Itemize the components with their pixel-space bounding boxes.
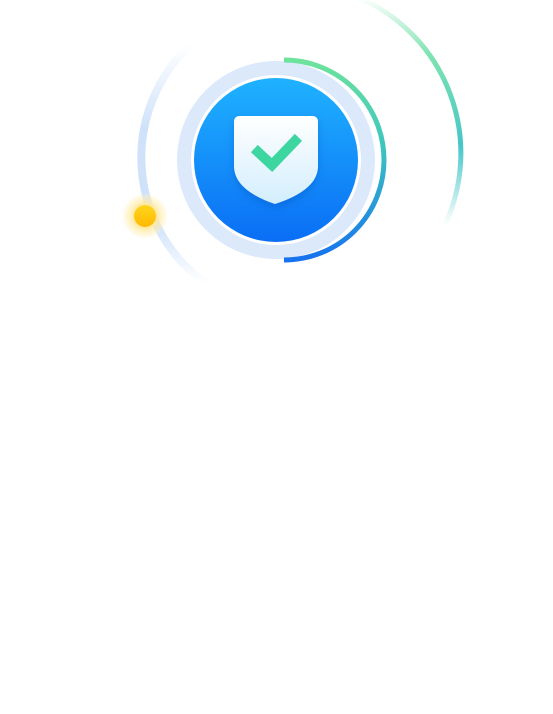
content-area xyxy=(0,300,553,714)
security-status-screen xyxy=(0,0,553,714)
status-dot-icon xyxy=(134,205,156,227)
outer-ring-progress-arc xyxy=(358,0,464,228)
